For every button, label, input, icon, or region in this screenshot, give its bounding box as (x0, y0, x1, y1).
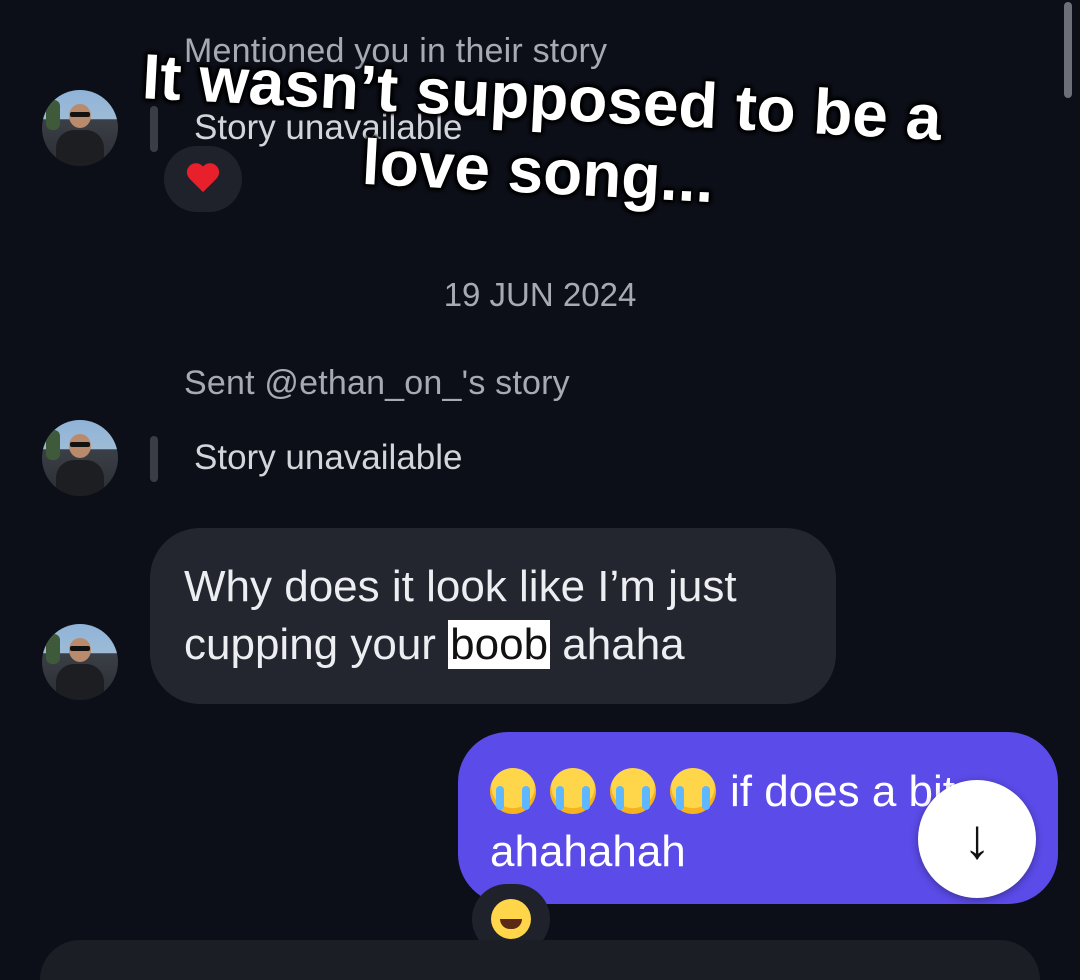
incoming-message-bubble[interactable]: Why does it look like I’m just cupping y… (150, 528, 836, 704)
loudly-crying-emoji (670, 768, 716, 814)
message-composer[interactable] (40, 940, 1040, 980)
avatar[interactable] (42, 420, 118, 496)
sent-story-text[interactable]: Story unavailable (194, 438, 463, 478)
laughing-emoji (491, 899, 531, 939)
date-separator: 19 JUN 2024 (443, 276, 637, 313)
sent-story-label: Sent @ethan_on_'s story (184, 364, 570, 402)
loudly-crying-emoji (610, 768, 656, 814)
scrollbar[interactable] (1064, 2, 1072, 98)
arrow-down-icon: ↓ (963, 807, 991, 870)
loudly-crying-emoji (490, 768, 536, 814)
avatar[interactable] (42, 624, 118, 700)
scroll-to-bottom-button[interactable]: ↓ (918, 780, 1036, 898)
story-reply-bar (150, 436, 158, 482)
highlighted-word: boob (448, 620, 551, 669)
message-text: ahaha (550, 620, 685, 669)
loudly-crying-emoji (550, 768, 596, 814)
